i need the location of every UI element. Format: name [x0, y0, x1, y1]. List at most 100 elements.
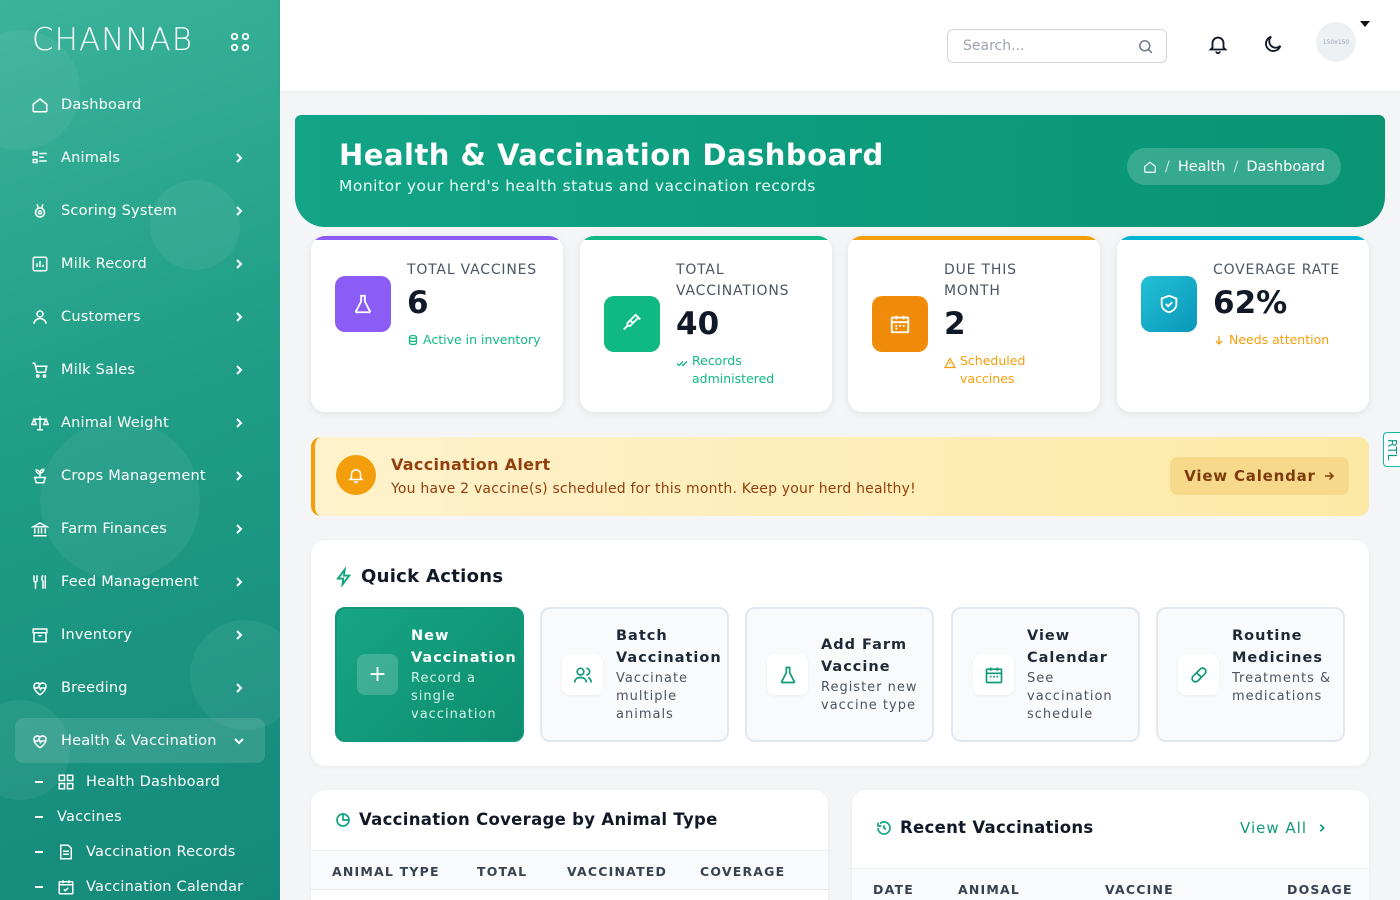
action-title: Routine Medicines [1232, 628, 1323, 666]
sidebar-item-animal-weight[interactable]: Animal Weight [15, 396, 265, 449]
home-icon[interactable] [1143, 160, 1157, 174]
action-description: See vaccination schedule [1027, 671, 1113, 722]
sidebar-item-scoring-system[interactable]: Scoring System [15, 184, 265, 237]
sidebar-item-label: Animal Weight [61, 414, 169, 431]
vaccination-alert: Vaccination Alert You have 2 vaccine(s) … [311, 437, 1369, 516]
stat-note: Scheduled vaccines [944, 352, 1044, 388]
column-header[interactable]: DOSAGE [1287, 882, 1353, 897]
search-box[interactable] [947, 29, 1167, 63]
chevron-right-icon [236, 629, 243, 640]
table-header: DATE ANIMAL VACCINE DOSAGE [852, 868, 1369, 900]
stat-note: Active in inventory [407, 331, 541, 349]
sidebar-item-crops-management[interactable]: Crops Management [15, 449, 265, 502]
sidebar-submenu: Health Dashboard Vaccines Vaccination Re… [15, 764, 265, 900]
heart-pulse-icon [31, 732, 49, 750]
view-all-link[interactable]: View All [1240, 819, 1327, 837]
archive-icon [31, 626, 49, 644]
sidebar-item-inventory[interactable]: Inventory [15, 608, 265, 661]
section-title: Quick Actions [335, 566, 503, 587]
sidebar-item-customers[interactable]: Customers [15, 290, 265, 343]
batch-vaccination-button[interactable]: Batch Vaccination Vaccinate multiple ani… [540, 607, 729, 742]
column-header[interactable]: ANIMAL TYPE [332, 864, 440, 879]
sidebar-item-dashboard[interactable]: Dashboard [15, 78, 265, 131]
brand-logo[interactable]: CHANNAB [32, 22, 193, 58]
search-input[interactable] [963, 30, 1133, 62]
calendar-check-icon [57, 878, 75, 896]
sidebar-item-animals[interactable]: Animals [15, 131, 265, 184]
bullet-dash [35, 850, 43, 853]
sidebar-item-label: Scoring System [61, 202, 177, 219]
sidebar-item-breeding[interactable]: Breeding [15, 661, 265, 714]
submenu-item-vaccination-records[interactable]: Vaccination Records [15, 834, 265, 869]
add-farm-vaccine-button[interactable]: Add Farm Vaccine Register new vaccine ty… [745, 607, 934, 742]
menu-toggle-icon[interactable] [229, 31, 251, 53]
document-icon [57, 843, 75, 861]
dark-mode-moon-icon[interactable] [1262, 33, 1284, 55]
breadcrumb-separator: / [1233, 158, 1239, 175]
chevron-right-icon [236, 152, 243, 163]
stat-card-coverage-rate: COVERAGE RATE 62% Needs attention [1117, 236, 1369, 412]
column-header[interactable]: COVERAGE [700, 864, 785, 879]
column-header[interactable]: ANIMAL [958, 882, 1020, 897]
new-vaccination-button[interactable]: + New Vaccination Record a single vaccin… [335, 607, 524, 742]
plus-icon: + [357, 654, 398, 695]
action-title: New Vaccination [411, 628, 517, 666]
sidebar-item-label: Milk Record [61, 255, 147, 272]
caret-down-icon[interactable] [1360, 21, 1370, 27]
stat-value: 6 [407, 285, 429, 321]
check-double-icon [676, 361, 688, 367]
bank-icon [31, 520, 49, 538]
sidebar-item-health-vaccination[interactable]: Health & Vaccination [15, 718, 265, 763]
submenu-item-health-dashboard[interactable]: Health Dashboard [15, 764, 265, 799]
action-title: Batch Vaccination [616, 628, 722, 666]
sidebar-item-farm-finances[interactable]: Farm Finances [15, 502, 265, 555]
action-description: Record a single vaccination [411, 671, 497, 722]
sidebar-nav: Dashboard Animals Scoring System Milk Re… [15, 78, 265, 763]
column-header[interactable]: TOTAL [477, 864, 527, 879]
action-description: Treatments & medications [1232, 671, 1332, 704]
routine-medicines-button[interactable]: Routine Medicines Treatments & medicatio… [1156, 607, 1345, 742]
column-header[interactable]: DATE [873, 882, 914, 897]
breadcrumb-item-health[interactable]: Health [1178, 159, 1226, 175]
column-header[interactable]: VACCINE [1105, 882, 1174, 897]
search-icon[interactable] [1137, 38, 1154, 55]
stat-note-text: Needs attention [1229, 332, 1330, 347]
page-header-banner: Health & Vaccination Dashboard Monitor y… [295, 115, 1385, 227]
medal-icon [31, 202, 49, 220]
panel-title: Recent Vaccinations [876, 818, 1094, 837]
sidebar-item-milk-record[interactable]: Milk Record [15, 237, 265, 290]
view-calendar-action-button[interactable]: View Calendar See vaccination schedule [951, 607, 1140, 742]
breadcrumb-separator: / [1164, 158, 1170, 175]
sidebar-item-label: Feed Management [61, 573, 199, 590]
stat-label: DUE THIS MONTH [944, 262, 1017, 299]
grid-icon [57, 773, 75, 791]
stat-value: 40 [676, 306, 720, 342]
notification-bell-icon[interactable] [1207, 33, 1229, 55]
stat-label: TOTAL VACCINATIONS [676, 262, 790, 299]
action-description: Register new vaccine type [821, 680, 918, 713]
card-accent-bar [1117, 236, 1369, 240]
cart-icon [31, 361, 49, 379]
sidebar-item-milk-sales[interactable]: Milk Sales [15, 343, 265, 396]
sidebar-item-label: Inventory [61, 626, 133, 643]
panel-title-text: Vaccination Coverage by Animal Type [359, 810, 718, 829]
chevron-right-icon [236, 258, 243, 269]
submenu-item-vaccines[interactable]: Vaccines [15, 799, 265, 834]
stat-note: Records administered [676, 352, 786, 388]
view-calendar-button[interactable]: View Calendar [1170, 457, 1349, 495]
column-header[interactable]: VACCINATED [567, 864, 667, 879]
top-bar: 150x150 [280, 0, 1400, 91]
rtl-toggle[interactable]: RTL [1383, 432, 1400, 467]
list-icon [31, 149, 49, 167]
sidebar-item-feed-management[interactable]: Feed Management [15, 555, 265, 608]
user-avatar[interactable]: 150x150 [1316, 22, 1356, 62]
arrow-down-icon [1215, 336, 1223, 345]
breadcrumb-item-dashboard: Dashboard [1246, 158, 1325, 175]
page-title: Health & Vaccination Dashboard [339, 138, 884, 172]
stat-note-text: Records administered [692, 353, 775, 386]
submenu-item-vaccination-calendar[interactable]: Vaccination Calendar [15, 869, 265, 900]
chevron-right-icon [236, 682, 243, 693]
stat-note-text: Scheduled vaccines [960, 353, 1026, 386]
flask-icon [767, 654, 808, 695]
chevron-right-icon [236, 417, 243, 428]
